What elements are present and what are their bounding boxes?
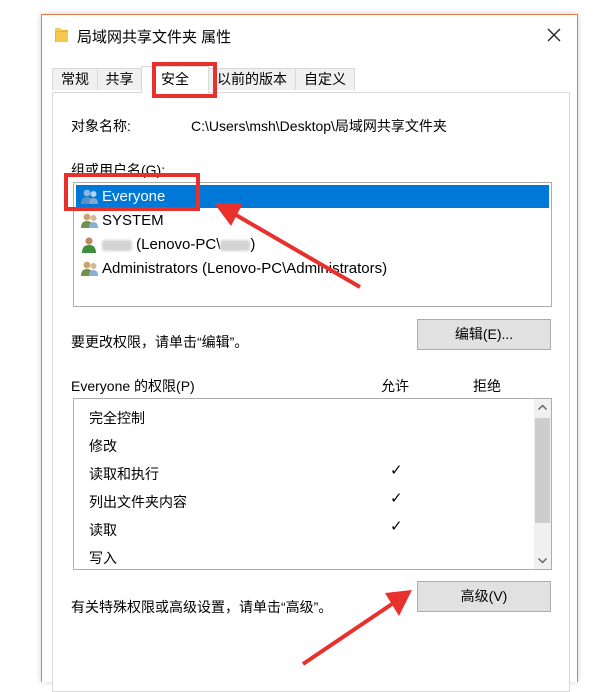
user-group-icon (81, 189, 98, 204)
scroll-down-button[interactable] (534, 552, 551, 569)
user-name-suffix: ) (250, 236, 256, 253)
object-name-label: 对象名称: (71, 118, 131, 134)
permission-name: 列出文件夹内容 (89, 494, 187, 510)
permission-row: 完全控制 (74, 403, 532, 431)
user-row-system[interactable]: SYSTEM (76, 209, 549, 232)
allow-check-icon: ✓ (390, 518, 403, 535)
user-name-wrapper: (Lenovo-PC\) (102, 236, 255, 253)
user-icon (82, 237, 96, 253)
groups-label: 组或用户名(G): (71, 162, 166, 178)
tab-sharing[interactable]: 共享 (97, 68, 142, 90)
user-row-everyone[interactable]: Everyone (76, 185, 549, 208)
advanced-hint: 有关特殊权限或高级设置，请单击“高级”。 (71, 599, 333, 615)
properties-dialog: 局域网共享文件夹 属性 常规 共享 安全 以前的版本 自定义 对象名称: C:\… (41, 14, 578, 692)
user-name: SYSTEM (102, 212, 164, 229)
permissions-list[interactable]: 完全控制 修改 读取和执行 ✓ 列出文件夹内容 ✓ 读取 ✓ 写入 (73, 398, 552, 570)
tab-customize[interactable]: 自定义 (295, 68, 355, 90)
permission-row: 修改 (74, 431, 532, 459)
user-group-icon (81, 213, 98, 228)
permission-row: 列出文件夹内容 ✓ (74, 487, 532, 515)
edit-button[interactable]: 编辑(E)... (417, 319, 551, 350)
permissions-scrollbar[interactable] (534, 399, 551, 569)
user-name: Administrators (Lenovo-PC\Administrators… (102, 260, 388, 277)
object-name-value: C:\Users\msh\Desktop\局域网共享文件夹 (191, 118, 447, 134)
tab-security[interactable]: 安全 (141, 66, 209, 93)
permission-row: 写入 (74, 543, 532, 569)
permission-name: 读取 (89, 522, 117, 538)
title-bar: 局域网共享文件夹 属性 (42, 15, 577, 55)
chevron-down-icon (538, 558, 547, 564)
permission-name: 写入 (89, 550, 117, 566)
security-panel: 对象名称: C:\Users\msh\Desktop\局域网共享文件夹 组或用户… (52, 92, 570, 692)
tab-previous-versions[interactable]: 以前的版本 (208, 68, 296, 90)
allow-check-icon: ✓ (390, 490, 403, 507)
close-button[interactable] (531, 15, 577, 55)
scroll-up-button[interactable] (534, 399, 551, 416)
permission-row: 读取和执行 ✓ (74, 459, 532, 487)
close-icon (547, 28, 561, 42)
allow-check-icon: ✓ (390, 462, 403, 479)
tab-general[interactable]: 常规 (52, 68, 98, 90)
folder-icon (55, 28, 68, 42)
advanced-button[interactable]: 高级(V) (417, 581, 551, 612)
user-list[interactable]: Everyone SYSTEM (Lenovo-PC\) Administrat… (73, 182, 552, 307)
permission-name: 修改 (89, 438, 117, 454)
permission-name: 读取和执行 (89, 466, 159, 482)
redacted-username (102, 239, 132, 251)
redacted-username (220, 239, 251, 251)
user-row-local-user[interactable]: (Lenovo-PC\) (76, 233, 549, 256)
user-row-administrators[interactable]: Administrators (Lenovo-PC\Administrators… (76, 257, 549, 280)
tab-strip: 常规 共享 安全 以前的版本 自定义 (52, 66, 572, 93)
permission-name: 完全控制 (89, 410, 145, 426)
permissions-label: Everyone 的权限(P) (71, 378, 195, 394)
window-title: 局域网共享文件夹 属性 (77, 29, 232, 46)
chevron-up-icon (538, 404, 547, 410)
edit-hint: 要更改权限，请单击“编辑”。 (71, 334, 249, 350)
permission-row: 读取 ✓ (74, 515, 532, 543)
scroll-thumb[interactable] (535, 418, 550, 523)
user-group-icon (81, 261, 98, 276)
user-name: (Lenovo-PC\ (136, 236, 221, 253)
deny-header: 拒绝 (473, 378, 501, 394)
user-name: Everyone (102, 188, 166, 205)
allow-header: 允许 (381, 378, 409, 394)
